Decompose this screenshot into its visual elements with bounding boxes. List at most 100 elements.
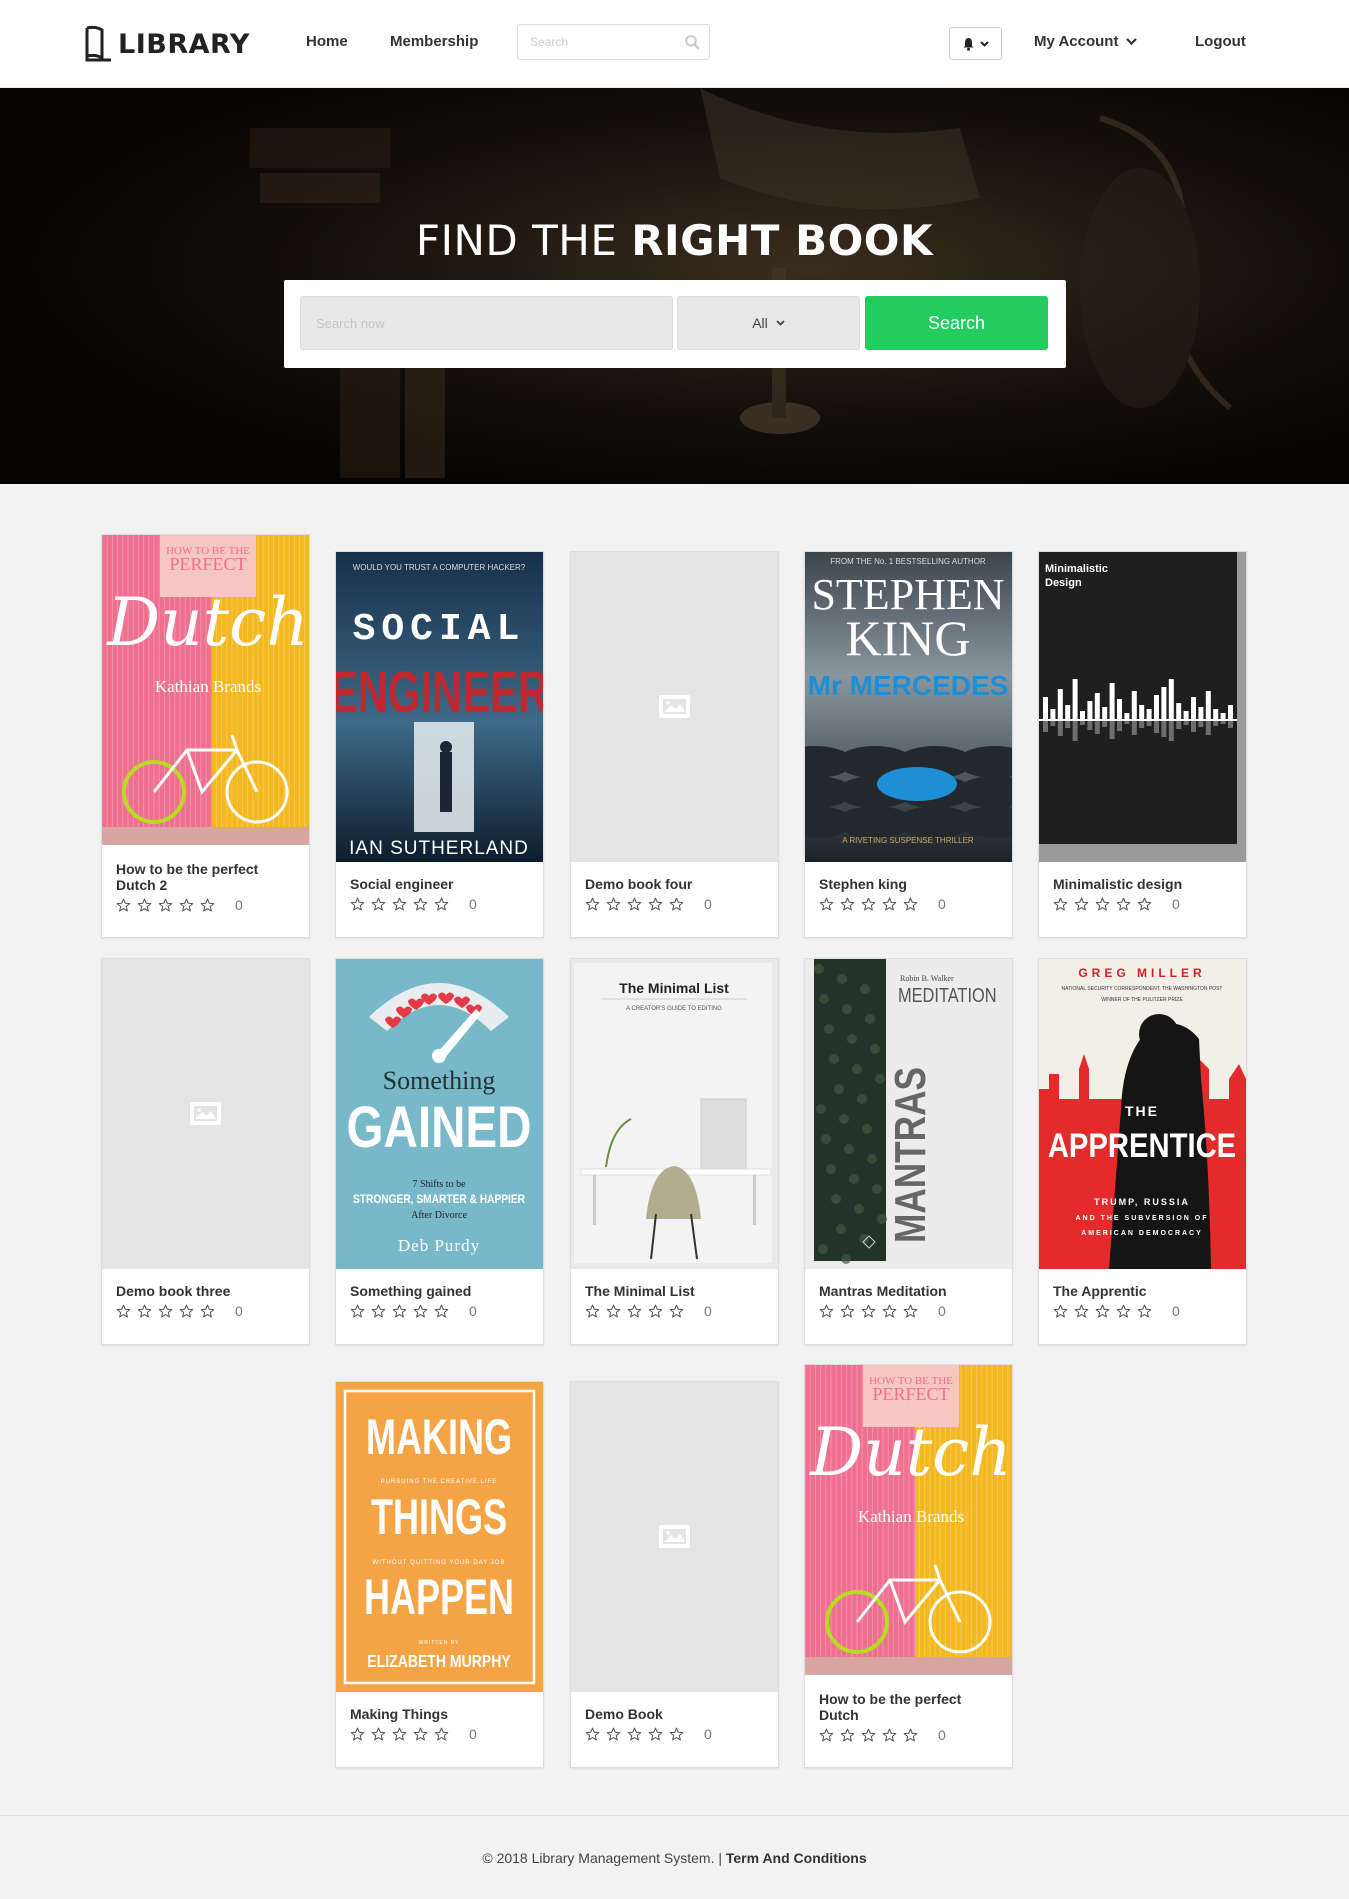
star-icon[interactable]	[179, 1304, 194, 1319]
star-icon[interactable]	[585, 897, 600, 912]
star-icon[interactable]	[840, 1728, 855, 1743]
star-icon[interactable]	[350, 1727, 365, 1742]
star-icon[interactable]	[627, 1727, 642, 1742]
my-account-dropdown[interactable]: My Account	[1034, 33, 1138, 50]
star-icon[interactable]	[585, 1727, 600, 1742]
category-select[interactable]: All	[677, 296, 860, 350]
book-card[interactable]: HOW TO BE THE PERFECT Dutch Kathian Bran…	[804, 1364, 1013, 1768]
book-title[interactable]: How to be the perfect Dutch	[819, 1691, 998, 1723]
star-icon[interactable]	[158, 1304, 173, 1319]
book-cover[interactable]: HOW TO BE THE PERFECT Dutch Kathian Bran…	[805, 1365, 1012, 1675]
book-cover[interactable]: MAKING PURSUING THE CREATIVE LIFE THINGS…	[336, 1382, 543, 1692]
book-cover[interactable]: Something GAINED 7 Shifts to be STRONGER…	[336, 959, 543, 1269]
book-title[interactable]: Mantras Meditation	[819, 1283, 998, 1299]
terms-link[interactable]: Term And Conditions	[726, 1850, 867, 1866]
star-icon[interactable]	[371, 897, 386, 912]
book-title[interactable]: Demo book three	[116, 1283, 295, 1299]
star-icon[interactable]	[606, 1304, 621, 1319]
book-card[interactable]: FROM THE No. 1 BESTSELLING AUTHOR STEPHE…	[804, 551, 1013, 938]
book-cover[interactable]: The Minimal List A CREATOR'S GUIDE TO ED…	[571, 959, 778, 1269]
star-icon[interactable]	[669, 897, 684, 912]
star-icon[interactable]	[585, 1304, 600, 1319]
star-icon[interactable]	[669, 1727, 684, 1742]
book-card[interactable]: Robin B. Walker MEDITATION MANTRAS Mantr…	[804, 958, 1013, 1345]
star-icon[interactable]	[903, 897, 918, 912]
star-icon[interactable]	[350, 897, 365, 912]
book-card[interactable]: Demo book three 0	[101, 958, 310, 1345]
book-search-input[interactable]	[300, 296, 673, 350]
star-icon[interactable]	[200, 1304, 215, 1319]
star-icon[interactable]	[434, 1304, 449, 1319]
star-icon[interactable]	[392, 897, 407, 912]
book-title[interactable]: Something gained	[350, 1283, 529, 1299]
book-cover[interactable]: WOULD YOU TRUST A COMPUTER HACKER? SOCIA…	[336, 552, 543, 862]
book-cover[interactable]: Minimalistic Design	[1039, 552, 1246, 862]
book-title[interactable]: Demo book four	[585, 876, 764, 892]
star-icon[interactable]	[116, 1304, 131, 1319]
star-icon[interactable]	[137, 1304, 152, 1319]
book-title[interactable]: The Apprentic	[1053, 1283, 1232, 1299]
star-icon[interactable]	[669, 1304, 684, 1319]
star-icon[interactable]	[371, 1304, 386, 1319]
book-cover[interactable]	[102, 959, 309, 1269]
book-cover[interactable]: FROM THE No. 1 BESTSELLING AUTHOR STEPHE…	[805, 552, 1012, 862]
book-card[interactable]: GREG MILLER NATIONAL SECURITY CORRESPOND…	[1038, 958, 1247, 1345]
star-icon[interactable]	[413, 897, 428, 912]
book-card[interactable]: Demo book four 0	[570, 551, 779, 938]
search-icon[interactable]	[684, 34, 701, 51]
star-icon[interactable]	[648, 897, 663, 912]
star-icon[interactable]	[648, 1727, 663, 1742]
star-icon[interactable]	[350, 1304, 365, 1319]
star-icon[interactable]	[648, 1304, 663, 1319]
star-icon[interactable]	[200, 898, 215, 913]
star-icon[interactable]	[861, 1728, 876, 1743]
star-icon[interactable]	[1095, 1304, 1110, 1319]
book-card[interactable]: Something GAINED 7 Shifts to be STRONGER…	[335, 958, 544, 1345]
library-logo[interactable]: LIBRARY	[84, 22, 250, 66]
star-icon[interactable]	[392, 1727, 407, 1742]
star-icon[interactable]	[840, 1304, 855, 1319]
star-icon[interactable]	[903, 1304, 918, 1319]
star-icon[interactable]	[413, 1727, 428, 1742]
star-icon[interactable]	[434, 1727, 449, 1742]
star-icon[interactable]	[158, 898, 173, 913]
book-card[interactable]: Demo Book 0	[570, 1381, 779, 1768]
star-icon[interactable]	[819, 897, 834, 912]
star-icon[interactable]	[1116, 1304, 1131, 1319]
star-icon[interactable]	[819, 1304, 834, 1319]
book-title[interactable]: Making Things	[350, 1706, 529, 1722]
nav-membership-link[interactable]: Membership	[390, 33, 478, 50]
book-card[interactable]: HOW TO BE THE PERFECT Dutch Kathian Bran…	[101, 534, 310, 938]
star-icon[interactable]	[861, 897, 876, 912]
book-card[interactable]: Minimalistic Design Minimalistic design …	[1038, 551, 1247, 938]
star-icon[interactable]	[434, 897, 449, 912]
book-cover[interactable]	[571, 552, 778, 862]
book-card[interactable]: MAKING PURSUING THE CREATIVE LIFE THINGS…	[335, 1381, 544, 1768]
star-icon[interactable]	[179, 898, 194, 913]
star-icon[interactable]	[371, 1727, 386, 1742]
star-icon[interactable]	[1074, 1304, 1089, 1319]
star-icon[interactable]	[413, 1304, 428, 1319]
book-cover[interactable]: HOW TO BE THE PERFECT Dutch Kathian Bran…	[102, 535, 309, 845]
star-icon[interactable]	[819, 1728, 834, 1743]
star-icon[interactable]	[1053, 897, 1068, 912]
star-icon[interactable]	[1074, 897, 1089, 912]
book-title[interactable]: Social engineer	[350, 876, 529, 892]
star-icon[interactable]	[606, 1727, 621, 1742]
star-icon[interactable]	[882, 1728, 897, 1743]
star-icon[interactable]	[1053, 1304, 1068, 1319]
star-icon[interactable]	[627, 1304, 642, 1319]
book-title[interactable]: Stephen king	[819, 876, 998, 892]
notifications-button[interactable]	[949, 27, 1002, 60]
hero-search-button[interactable]: Search	[865, 296, 1048, 350]
star-icon[interactable]	[882, 1304, 897, 1319]
star-icon[interactable]	[1116, 897, 1131, 912]
logout-link[interactable]: Logout	[1195, 33, 1246, 50]
star-icon[interactable]	[861, 1304, 876, 1319]
star-icon[interactable]	[903, 1728, 918, 1743]
star-icon[interactable]	[137, 898, 152, 913]
book-cover[interactable]: GREG MILLER NATIONAL SECURITY CORRESPOND…	[1039, 959, 1246, 1269]
star-icon[interactable]	[392, 1304, 407, 1319]
star-icon[interactable]	[882, 897, 897, 912]
book-card[interactable]: WOULD YOU TRUST A COMPUTER HACKER? SOCIA…	[335, 551, 544, 938]
